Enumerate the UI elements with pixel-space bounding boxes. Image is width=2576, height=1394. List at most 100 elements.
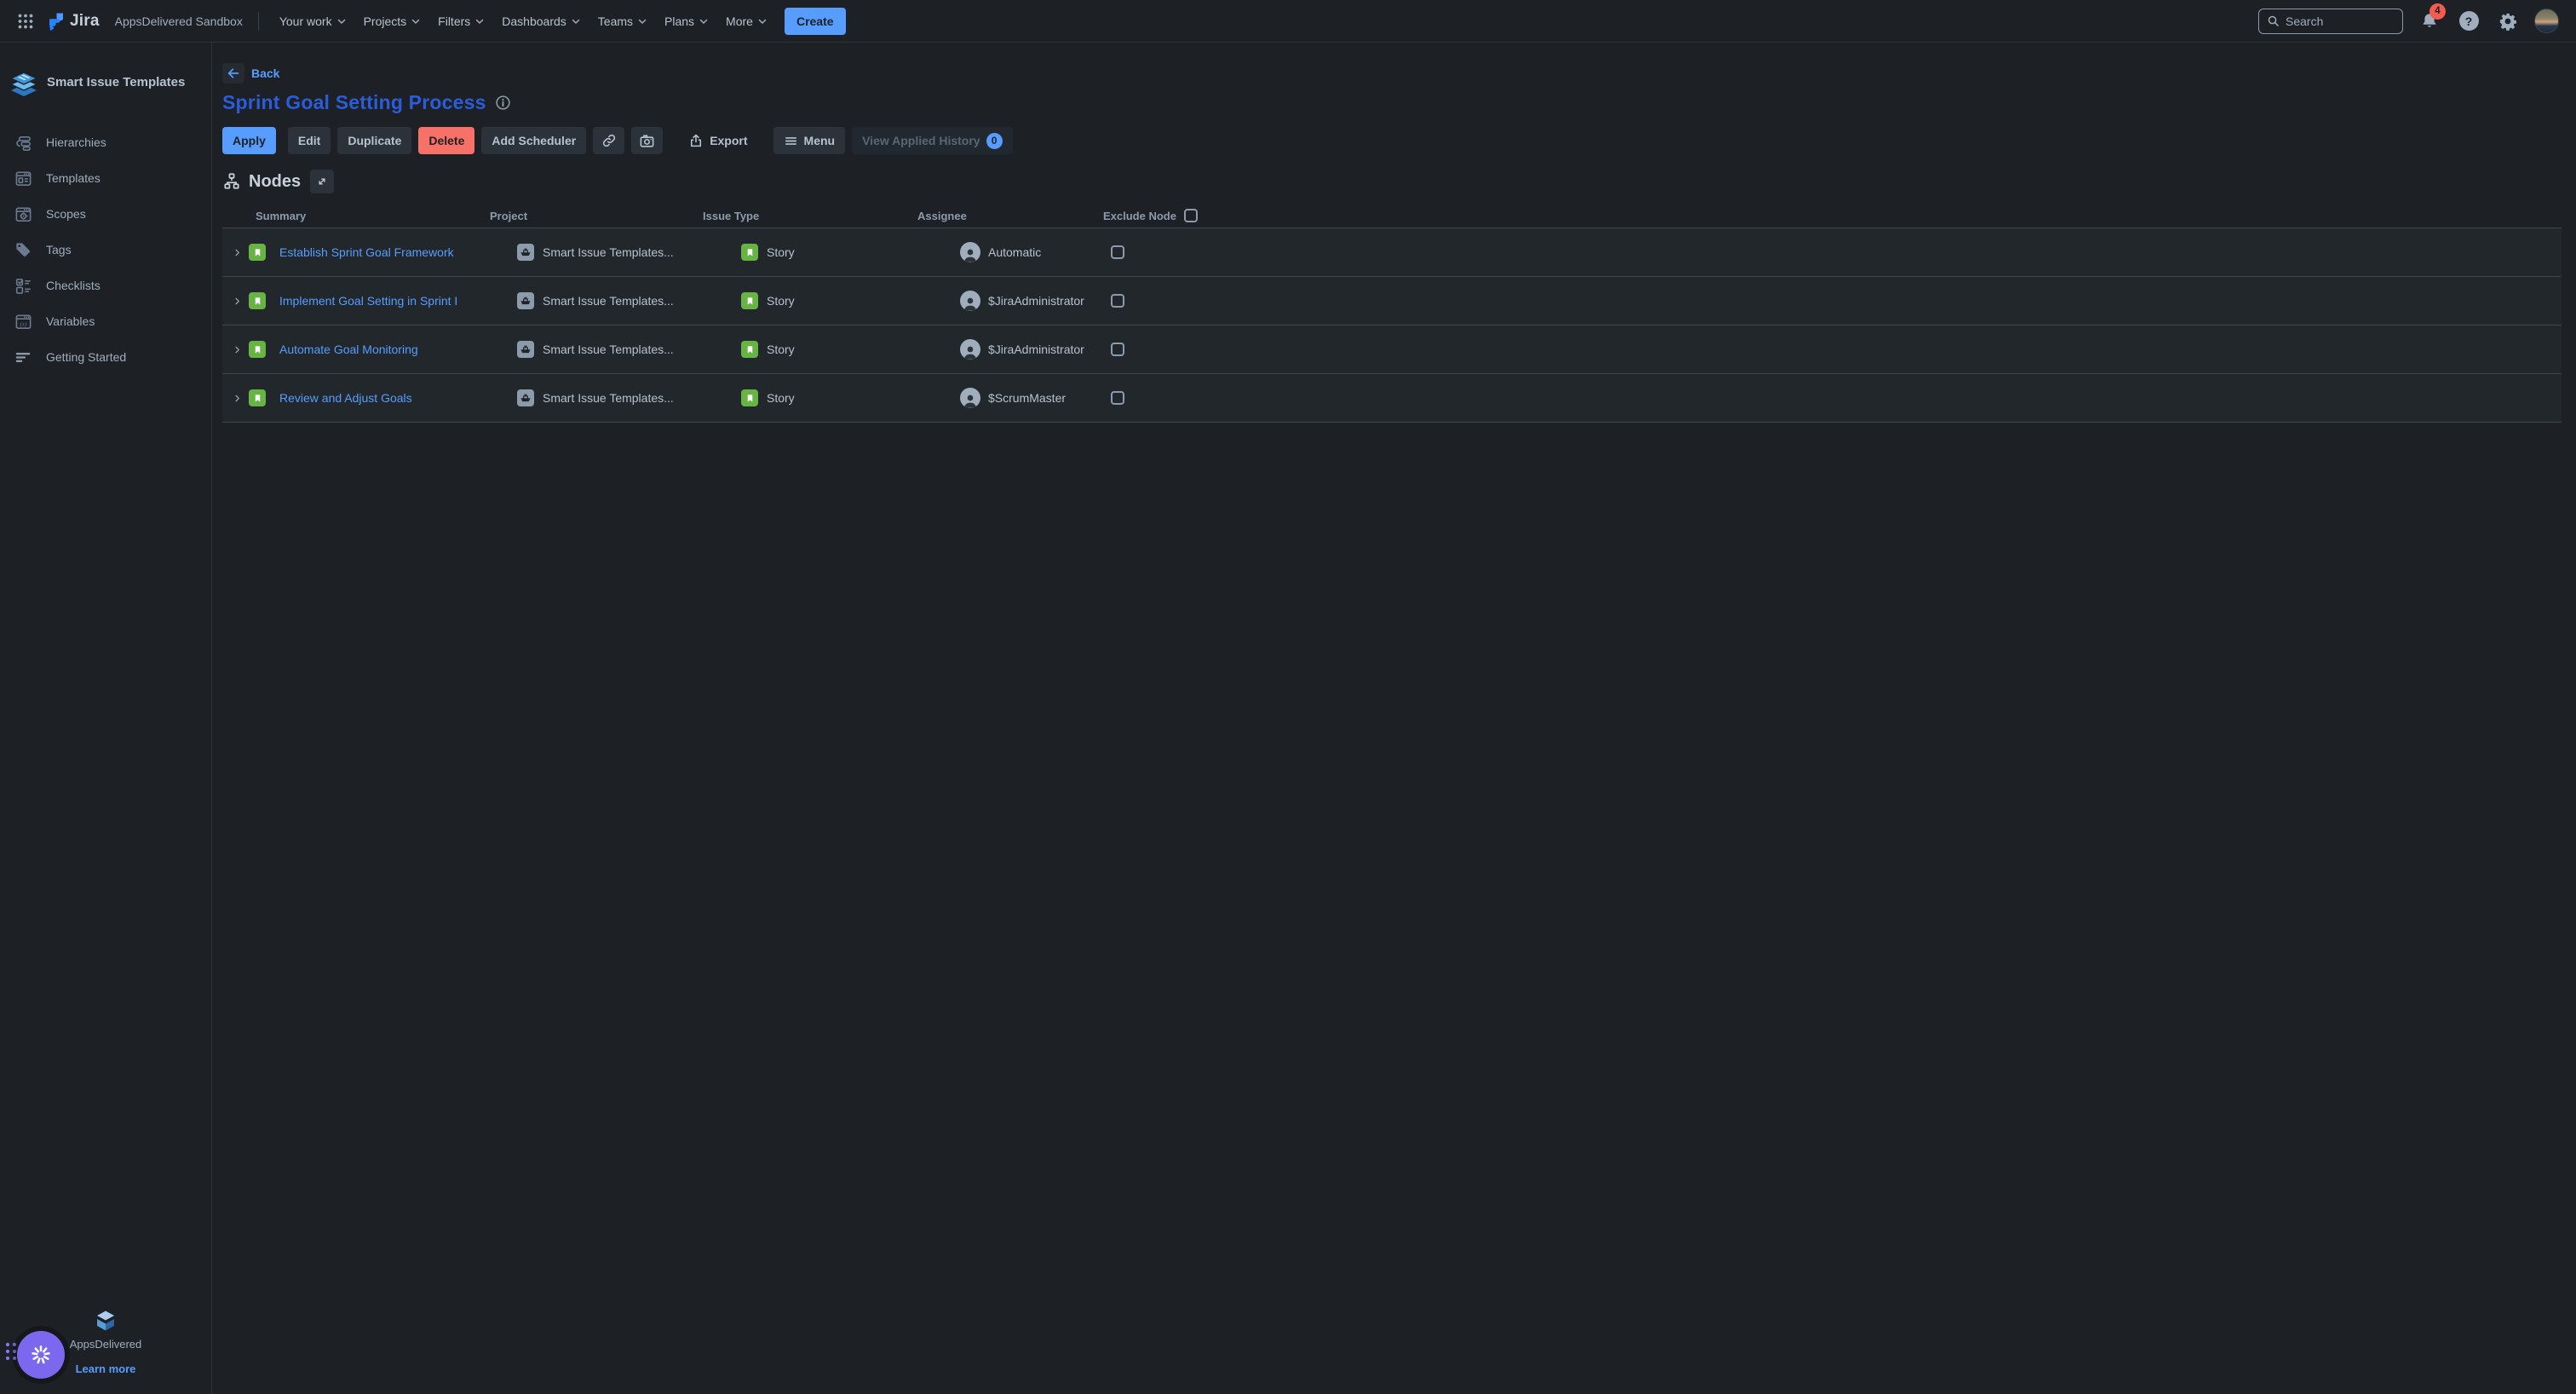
summary-link[interactable]: Automate Goal Monitoring [279,343,418,356]
table-row: Establish Sprint Goal Framework Smart Is… [222,228,2562,277]
export-icon [688,133,704,148]
exclude-all-checkbox[interactable] [1184,209,1198,222]
delete-button[interactable]: Delete [418,127,474,154]
project-name: Smart Issue Templates... [543,391,674,405]
top-navigation: Jira AppsDelivered Sandbox Your work Pro… [0,0,2576,43]
project-avatar-ship-icon [517,389,534,406]
nodes-section-header: Nodes [222,170,2562,193]
sidebar-item-label: Scopes [46,207,86,221]
copy-link-button[interactable] [593,127,624,154]
project-name: Smart Issue Templates... [543,245,674,259]
nav-item-label: Projects [364,14,407,28]
column-header-issue-type: Issue Type [703,210,917,222]
nav-item-teams[interactable]: Teams [589,9,656,33]
row-expander-chevron-icon[interactable] [231,297,243,306]
brand-name: AppsDelivered [70,1338,142,1351]
sidebar-item-getting-started[interactable]: Getting Started [0,339,211,375]
sidebar-item-hierarchies[interactable]: Hierarchies [0,124,211,160]
sidebar-item-variables[interactable]: (x) Variables [0,303,211,339]
exclude-node-checkbox[interactable] [1111,343,1124,356]
assignee-name: $ScrumMaster [988,391,1066,405]
settings-button[interactable] [2495,9,2521,34]
search-icon [2267,14,2280,27]
assignee-avatar-person-icon [960,339,980,360]
edit-button[interactable]: Edit [288,127,331,154]
getting-started-icon [14,348,32,366]
nav-item-label: More [726,14,753,28]
back-label: Back [251,66,279,80]
nav-item-label: Dashboards [502,14,566,28]
checklists-icon [14,277,32,295]
table-row: Review and Adjust Goals Smart Issue Temp… [222,374,2562,423]
notifications-button[interactable]: 4 [2417,9,2442,34]
expand-nodes-button[interactable] [310,170,334,193]
nodes-table: Summary Project Issue Type Assignee Excl… [222,204,2562,423]
chevron-down-icon [336,16,347,26]
help-button[interactable]: ? [2456,9,2481,34]
assignee-avatar-person-icon [960,291,980,311]
exclude-node-checkbox[interactable] [1111,391,1124,405]
row-expander-chevron-icon[interactable] [231,394,243,403]
nav-item-plans[interactable]: Plans [656,9,717,33]
exclude-node-checkbox[interactable] [1111,245,1124,259]
summary-link[interactable]: Implement Goal Setting in Sprint I [279,294,457,308]
nav-item-your-work[interactable]: Your work [271,9,355,33]
assignee-name: $JiraAdministrator [988,343,1084,356]
toolbar: Apply Edit Duplicate Delete Add Schedule… [222,127,2562,154]
view-applied-history-label: View Applied History [862,134,980,147]
sidebar: Smart Issue Templates Hierarchies [0,43,212,1394]
user-avatar[interactable] [2534,9,2559,33]
sidebar-nav: Hierarchies Templates [0,124,211,375]
sidebar-item-label: Checklists [46,279,101,292]
sidebar-item-templates[interactable]: Templates [0,160,211,196]
svg-text:(x): (x) [20,320,28,327]
link-icon [601,133,617,148]
create-button[interactable]: Create [785,8,846,35]
expand-icon [316,176,328,187]
search-input[interactable] [2286,14,2395,28]
learn-more-link[interactable]: Learn more [76,1362,136,1375]
column-header-exclude-node: Exclude Node [1103,209,2562,222]
export-button[interactable]: Export [678,127,757,154]
gear-icon [2498,12,2517,31]
exclude-node-checkbox[interactable] [1111,294,1124,308]
chevron-down-icon [474,16,485,26]
summary-link[interactable]: Establish Sprint Goal Framework [279,245,454,259]
story-icon [249,292,266,309]
jira-logo[interactable]: Jira [46,11,100,32]
back-button[interactable]: Back [222,63,279,84]
nav-item-more[interactable]: More [717,9,776,33]
sidebar-item-label: Variables [46,314,95,328]
screenshot-button[interactable] [631,127,663,154]
view-applied-history-button[interactable]: View Applied History 0 [852,127,1012,154]
row-expander-chevron-icon[interactable] [231,248,243,257]
templates-icon [14,170,32,187]
appsdelivered-logo [94,1309,118,1333]
story-icon [249,389,266,406]
hamburger-icon [784,134,798,148]
site-name: AppsDelivered Sandbox [115,14,243,28]
row-expander-chevron-icon[interactable] [231,345,243,354]
nav-item-label: Filters [438,14,470,28]
apply-button[interactable]: Apply [222,127,276,154]
summary-link[interactable]: Review and Adjust Goals [279,391,412,405]
nav-item-dashboards[interactable]: Dashboards [493,9,589,33]
sidebar-item-checklists[interactable]: Checklists [0,268,211,303]
assistant-fab-button[interactable] [17,1331,65,1379]
jira-logo-icon [46,11,66,32]
duplicate-button[interactable]: Duplicate [337,127,411,154]
history-count-badge: 0 [986,133,1003,149]
menu-button[interactable]: Menu [773,127,846,154]
nav-item-filters[interactable]: Filters [429,9,493,33]
add-scheduler-button[interactable]: Add Scheduler [481,127,586,154]
primary-nav: Your work Projects Filters Dashboards Te… [271,9,776,33]
sidebar-item-scopes[interactable]: Scopes [0,196,211,232]
search-box[interactable] [2258,9,2403,34]
assignee-avatar-person-icon [960,242,980,262]
info-icon[interactable] [495,95,511,111]
nav-item-projects[interactable]: Projects [355,9,430,33]
notification-badge: 4 [2429,3,2446,20]
sidebar-item-tags[interactable]: Tags [0,232,211,268]
app-switcher-button[interactable] [12,8,39,35]
chevron-down-icon [699,16,709,26]
